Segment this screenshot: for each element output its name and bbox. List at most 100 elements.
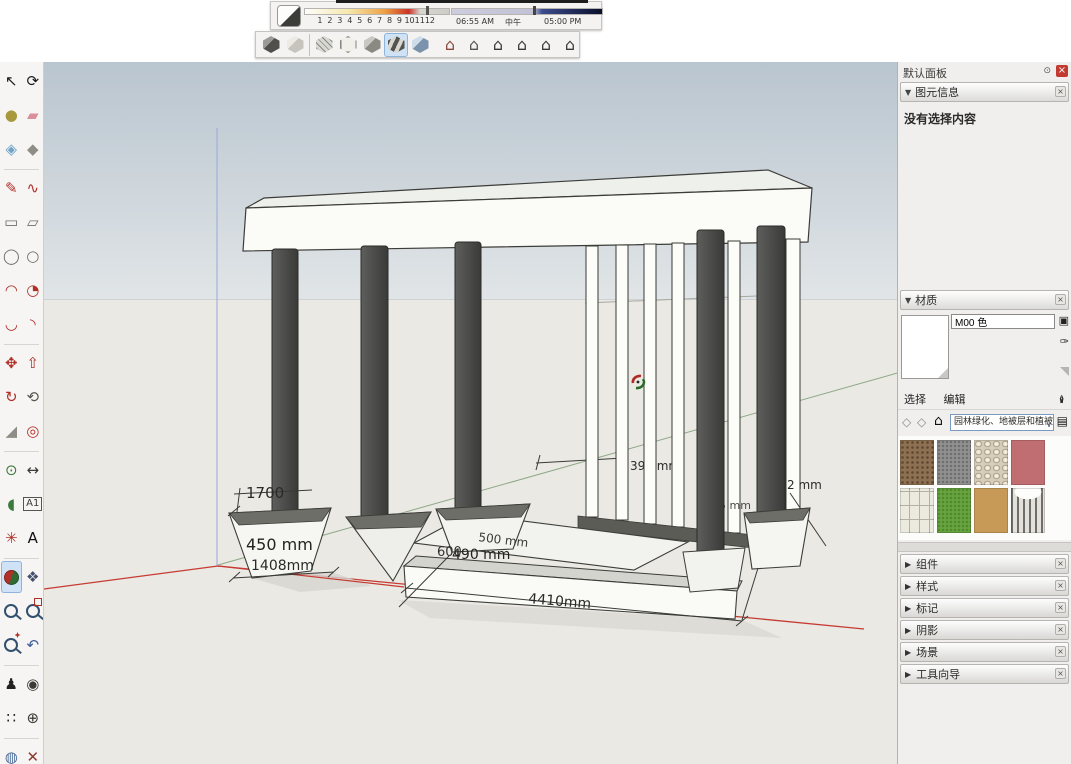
- column-4[interactable]: [697, 230, 724, 565]
- expand-arrow-icon[interactable]: ▶: [905, 560, 911, 569]
- panel-section-close-icon[interactable]: ×: [1055, 646, 1066, 657]
- tool-dimension[interactable]: ↔: [23, 454, 44, 486]
- entity-info-header[interactable]: ▼ 图元信息 ×: [900, 82, 1069, 102]
- panel-section-close-icon[interactable]: ×: [1055, 624, 1066, 635]
- style-x-ray-button[interactable]: [259, 33, 283, 57]
- tool-pan[interactable]: ❖: [23, 561, 44, 593]
- collapse-arrow-icon[interactable]: ▼: [905, 88, 911, 97]
- tool-rectangle[interactable]: ▭: [1, 206, 22, 238]
- tool-zoom-window[interactable]: [23, 595, 44, 627]
- column-2[interactable]: [361, 246, 388, 518]
- secondary-pane-icon[interactable]: ▣: [1059, 314, 1069, 327]
- tool-paint-bucket[interactable]: ●: [1, 99, 22, 131]
- column-1[interactable]: [272, 249, 298, 515]
- forward-arrow-icon[interactable]: ◇: [917, 415, 926, 429]
- material-swatch-grass[interactable]: [937, 488, 971, 533]
- slat-4[interactable]: [672, 243, 684, 527]
- panel-section-3[interactable]: ▶阴影×: [900, 620, 1069, 640]
- material-swatch-mulch[interactable]: [900, 440, 934, 485]
- tool-push-pull[interactable]: ⇧: [23, 347, 44, 379]
- style-hidden-line-button[interactable]: [336, 33, 360, 57]
- material-swatch-pavers[interactable]: [900, 488, 934, 533]
- materials-header[interactable]: ▼ 材质 ×: [900, 290, 1069, 310]
- tray-close-button[interactable]: ×: [1056, 65, 1068, 77]
- material-swatch-gravel[interactable]: [937, 440, 971, 485]
- tool-rotate[interactable]: ↻: [1, 381, 22, 413]
- tool-rotated-rectangle[interactable]: ▱: [23, 206, 44, 238]
- tab-edit[interactable]: 编辑: [944, 391, 966, 407]
- tool-walk[interactable]: ∷: [1, 702, 22, 734]
- slat-1[interactable]: [586, 246, 598, 517]
- shadow-toggle-icon[interactable]: [277, 5, 301, 27]
- expand-arrow-icon[interactable]: ▶: [905, 648, 911, 657]
- column-3[interactable]: [455, 242, 481, 510]
- slat-3[interactable]: [644, 244, 656, 524]
- tool-freehand[interactable]: ∿: [23, 172, 44, 204]
- top-view-button[interactable]: ⌂: [462, 33, 486, 57]
- style-back-edges-button[interactable]: [283, 33, 307, 57]
- material-swatch-gate[interactable]: [1011, 488, 1045, 533]
- tool-arc[interactable]: ◠: [1, 274, 22, 306]
- tool-text[interactable]: A1: [23, 488, 44, 520]
- tool-offset[interactable]: ◎: [23, 415, 44, 447]
- style-shaded-with-textures-button[interactable]: [384, 33, 408, 57]
- material-swatch-sand[interactable]: [974, 488, 1008, 533]
- create-material-icon[interactable]: ✑: [1060, 335, 1069, 348]
- panel-section-5[interactable]: ▶工具向导×: [900, 664, 1069, 684]
- tool-previous-view[interactable]: ↶: [23, 629, 44, 661]
- shadow-time-slider-handle[interactable]: [533, 6, 536, 15]
- tool-three-point-arc[interactable]: ◡: [1, 308, 22, 340]
- home-icon[interactable]: ⌂: [934, 413, 943, 429]
- tool-axes[interactable]: ✳: [1, 522, 22, 554]
- swatch-scroll-strip[interactable]: [898, 542, 1071, 552]
- tool-circle[interactable]: ◯: [1, 240, 22, 272]
- iso-view-button[interactable]: ⌂: [438, 33, 462, 57]
- tool-3d-text[interactable]: A: [23, 522, 44, 554]
- panel-section-0[interactable]: ▶组件×: [900, 554, 1069, 574]
- right-view-button[interactable]: ⌂: [510, 33, 534, 57]
- slat-5[interactable]: [728, 241, 740, 533]
- shadow-time-slider[interactable]: [451, 8, 603, 15]
- expand-arrow-icon[interactable]: ▶: [905, 670, 911, 679]
- panel-section-4[interactable]: ▶场景×: [900, 642, 1069, 662]
- materials-close-icon[interactable]: ×: [1055, 294, 1066, 305]
- panel-section-close-icon[interactable]: ×: [1055, 558, 1066, 569]
- tool-two-point-arc[interactable]: ◝: [23, 308, 44, 340]
- tool-pie[interactable]: ◔: [23, 274, 44, 306]
- tool-move[interactable]: ✥: [1, 347, 22, 379]
- tool-follow-me[interactable]: ⟲: [23, 381, 44, 413]
- tab-select[interactable]: 选择: [904, 391, 926, 407]
- tool-extra-2[interactable]: ✕: [23, 741, 44, 764]
- material-swatch-rose[interactable]: [1011, 440, 1045, 485]
- slat-6[interactable]: [786, 239, 800, 540]
- material-category-dropdown[interactable]: 园林绿化、地被层和植被 ∨: [950, 414, 1054, 431]
- tool-protractor[interactable]: ◖: [1, 488, 22, 520]
- material-swatch-cobblestone[interactable]: [974, 440, 1008, 485]
- style-wireframe-button[interactable]: [312, 33, 336, 57]
- tool-scale[interactable]: ◢: [1, 415, 22, 447]
- entity-info-close-icon[interactable]: ×: [1055, 86, 1066, 97]
- tool-target[interactable]: ⊕: [23, 702, 44, 734]
- panel-section-close-icon[interactable]: ×: [1055, 668, 1066, 679]
- sample-paint-icon[interactable]: ✒: [1055, 394, 1069, 404]
- tool-zoom[interactable]: [1, 595, 22, 627]
- slat-2[interactable]: [616, 245, 628, 520]
- tool-rotate-view[interactable]: ⟳: [23, 65, 44, 97]
- tool-soften-edges[interactable]: ◈: [1, 133, 22, 165]
- tool-extra-1[interactable]: ◍: [1, 741, 22, 764]
- base-4-front[interactable]: [683, 548, 745, 592]
- left-view-button[interactable]: ⌂: [558, 33, 582, 57]
- style-shaded-button[interactable]: [360, 33, 384, 57]
- expand-arrow-icon[interactable]: ▶: [905, 582, 911, 591]
- tool-face-tool[interactable]: ◆: [23, 133, 44, 165]
- column-5[interactable]: [757, 226, 785, 514]
- panel-section-close-icon[interactable]: ×: [1055, 580, 1066, 591]
- back-view-button[interactable]: ⌂: [534, 33, 558, 57]
- panel-section-1[interactable]: ▶样式×: [900, 576, 1069, 596]
- details-icon[interactable]: ▤: [1057, 414, 1068, 428]
- collapse-arrow-icon[interactable]: ▼: [905, 296, 911, 305]
- style-monochrome-button[interactable]: [408, 33, 432, 57]
- material-name-field[interactable]: [951, 314, 1055, 329]
- pin-icon[interactable]: ⊙: [1043, 66, 1051, 76]
- shadow-date-slider-handle[interactable]: [426, 6, 429, 15]
